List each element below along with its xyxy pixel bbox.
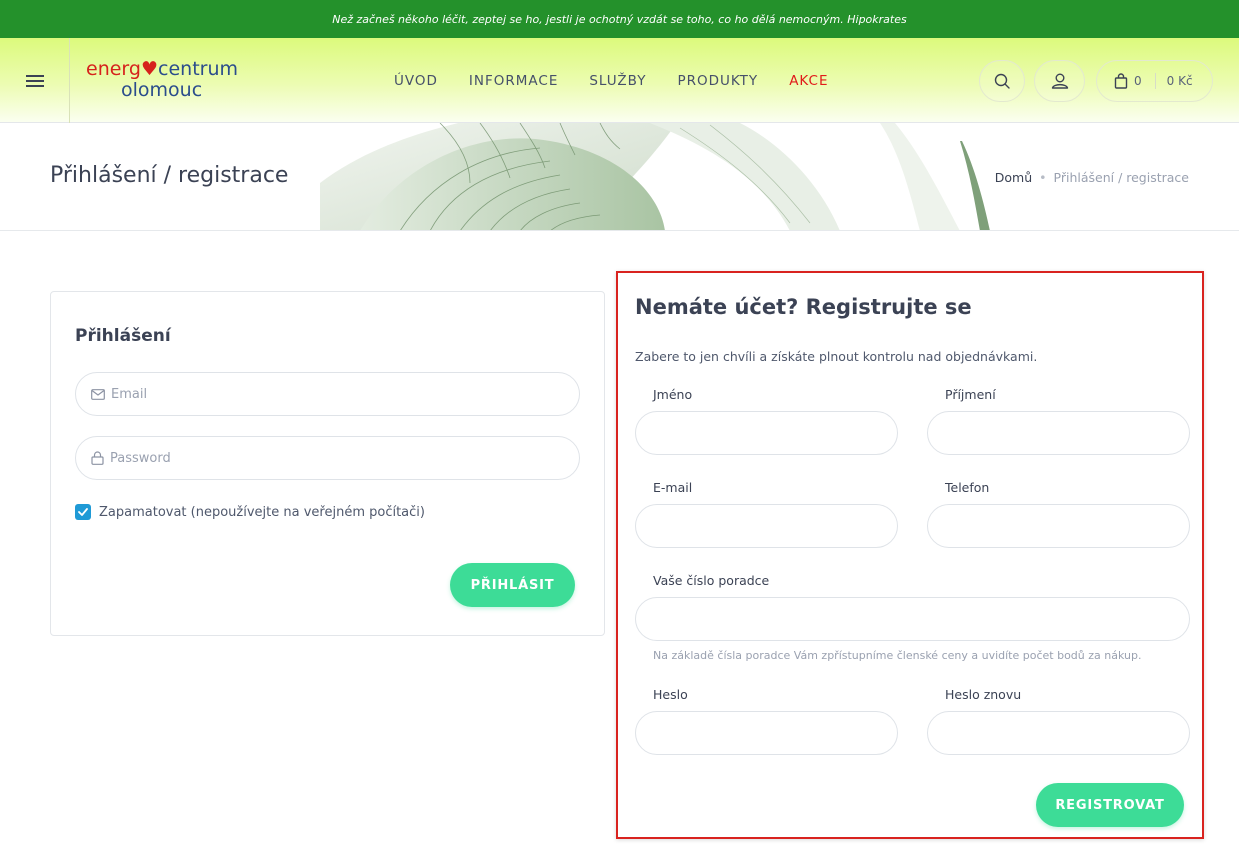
advisor-number-hint: Na základě čísla poradce Vám zpřístupním… <box>653 649 1142 662</box>
nav-produkty[interactable]: PRODUKTY <box>677 73 758 89</box>
phone-field[interactable] <box>927 504 1190 548</box>
login-title: Přihlášení <box>75 326 171 346</box>
logo-text-centrum: centrum <box>158 58 239 80</box>
cart-count: 0 <box>1134 74 1142 88</box>
register-title: Nemáte účet? Registrujte se <box>635 295 972 319</box>
advisor-number-label: Vaše číslo poradce <box>653 573 770 588</box>
password-input[interactable]: Password <box>75 436 580 480</box>
breadcrumb-home[interactable]: Domů <box>995 170 1032 185</box>
site-logo[interactable]: energ♥centrum olomouc <box>86 58 256 102</box>
search-button[interactable] <box>979 60 1025 102</box>
first-name-field[interactable] <box>635 411 898 455</box>
leaf-background-image <box>320 123 1020 230</box>
breadcrumb-current: Přihlášení / registrace <box>1053 170 1189 185</box>
cart-button[interactable]: 0 0 Kč <box>1096 60 1213 102</box>
login-card: Přihlášení Email Password Zapamatovat (n… <box>50 291 605 636</box>
last-name-field[interactable] <box>927 411 1190 455</box>
nav-sluzby[interactable]: SLUŽBY <box>589 73 646 89</box>
nav-informace[interactable]: INFORMACE <box>469 73 558 89</box>
register-email-field[interactable] <box>635 504 898 548</box>
email-input[interactable]: Email <box>75 372 580 416</box>
password-placeholder: Password <box>110 450 171 466</box>
phone-label: Telefon <box>945 480 990 495</box>
nav-akce[interactable]: AKCE <box>789 73 828 89</box>
first-name-label: Jméno <box>653 387 693 402</box>
email-placeholder: Email <box>111 386 148 402</box>
page-title: Přihlášení / registrace <box>50 163 289 188</box>
shopping-bag-icon <box>1114 73 1128 89</box>
page-title-band: Přihlášení / registrace Domů • Přihlášení … <box>0 123 1239 231</box>
register-password-label: Heslo <box>653 687 688 702</box>
login-button[interactable]: PŘIHLÁSIT <box>450 563 575 607</box>
cart-total: 0 Kč <box>1166 74 1193 88</box>
search-icon <box>994 73 1010 89</box>
site-header: energ♥centrum olomouc ÚVOD INFORMACE SLU… <box>0 38 1239 123</box>
menu-button[interactable] <box>0 38 70 123</box>
quote-banner: Než začneš někoho léčit, zeptej se ho, j… <box>0 0 1239 38</box>
register-card: Nemáte účet? Registrujte se Zabere to je… <box>616 271 1204 839</box>
envelope-icon <box>91 388 105 400</box>
lock-icon <box>91 451 104 465</box>
remember-checkbox[interactable] <box>75 504 91 520</box>
main-nav: ÚVOD INFORMACE SLUŽBY PRODUKTY AKCE <box>394 38 860 123</box>
password-again-label: Heslo znovu <box>945 687 1022 702</box>
checkmark-icon <box>78 508 88 516</box>
advisor-number-field[interactable] <box>635 597 1190 641</box>
nav-uvod[interactable]: ÚVOD <box>394 73 438 89</box>
last-name-label: Příjmení <box>945 387 996 402</box>
quote-text: Než začneš někoho léčit, zeptej se ho, j… <box>332 12 907 26</box>
register-button[interactable]: REGISTROVAT <box>1036 783 1184 827</box>
hamburger-icon <box>25 74 44 87</box>
remember-label: Zapamatovat (nepoužívejte na veřejném po… <box>99 504 425 520</box>
register-subtitle: Zabere to jen chvíli a získáte plnout ko… <box>635 349 1038 364</box>
password-again-field[interactable] <box>927 711 1190 755</box>
logo-text-energ: energ <box>86 58 141 80</box>
user-icon <box>1051 73 1068 89</box>
account-button[interactable] <box>1034 60 1085 102</box>
logo-heart: ♥ <box>140 58 159 80</box>
email-label: E-mail <box>653 480 693 495</box>
cart-divider <box>1154 73 1156 89</box>
breadcrumb: Domů • Přihlášení / registrace <box>995 170 1189 185</box>
remember-me: Zapamatovat (nepoužívejte na veřejném po… <box>75 504 425 520</box>
breadcrumb-separator: • <box>1039 170 1047 185</box>
register-password-field[interactable] <box>635 711 898 755</box>
logo-text-olomouc: olomouc <box>121 79 203 101</box>
